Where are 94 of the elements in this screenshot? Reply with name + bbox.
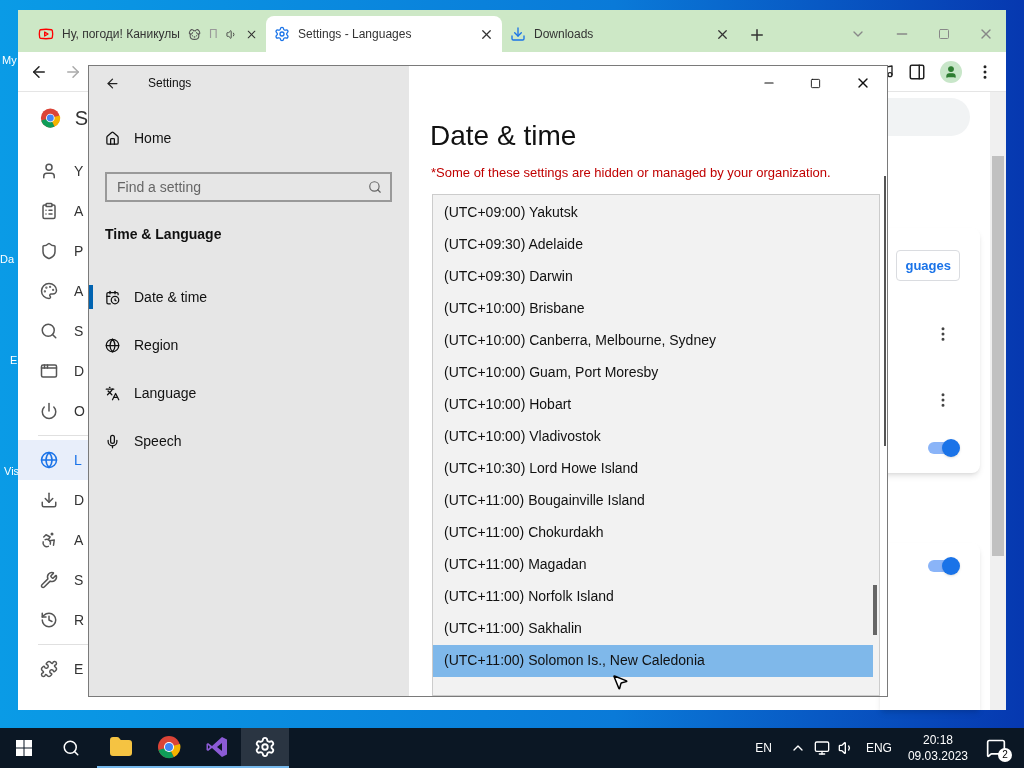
speaker-icon[interactable] — [225, 27, 237, 41]
policy-warning: *Some of these settings are hidden or managed by your organization. — [431, 164, 832, 182]
tab-title: Settings - Languages — [298, 26, 412, 43]
history-icon — [40, 611, 58, 629]
timezone-option[interactable]: (UTC+10:00) Canberra, Melbourne, Sydney — [433, 324, 873, 357]
translate-icon[interactable] — [105, 385, 120, 401]
sidebar-item[interactable]: E — [18, 649, 88, 689]
network-icon[interactable] — [813, 740, 830, 756]
window-title: Settings — [148, 75, 192, 92]
nav-item[interactable]: Region — [134, 334, 179, 356]
sidebar-item[interactable]: P — [18, 231, 88, 271]
shield-icon — [40, 242, 58, 260]
microphone-icon[interactable] — [105, 433, 120, 449]
search-icon — [40, 322, 58, 340]
toggle-switch[interactable] — [928, 557, 960, 575]
notifications-icon[interactable] — [986, 738, 1006, 758]
timezone-option[interactable]: (UTC+10:00) Brisbane — [433, 292, 873, 325]
sidebar-item[interactable]: A — [18, 271, 88, 311]
browser-tab[interactable]: Settings - Languages — [266, 16, 502, 52]
download-icon — [40, 491, 58, 509]
timezone-option[interactable]: (UTC+11:00) Chokurdakh — [433, 516, 873, 549]
nav-item[interactable]: Date & time — [134, 286, 208, 308]
power-icon — [40, 402, 58, 420]
home-icon[interactable] — [105, 130, 120, 146]
sidebar-item[interactable]: Y — [18, 151, 88, 191]
clock-date[interactable]: 09.03.2023 — [907, 748, 968, 764]
globe-icon[interactable] — [105, 337, 120, 353]
sidebar-item[interactable]: D — [18, 351, 88, 391]
add-languages-button[interactable]: guages — [896, 250, 960, 281]
timezone-option[interactable]: (UTC+10:30) Lord Howe Island — [433, 452, 873, 485]
clipboard-icon — [40, 202, 58, 220]
sidebar-item[interactable]: R — [18, 600, 88, 640]
search-icon[interactable] — [62, 739, 80, 757]
sidebar-item[interactable]: A — [18, 191, 88, 231]
language-indicator[interactable]: ENG — [865, 739, 892, 757]
nav-item[interactable]: Speech — [134, 430, 182, 452]
new-tab-icon[interactable] — [748, 26, 766, 44]
search-field[interactable]: Find a setting — [105, 172, 392, 202]
timezone-option[interactable]: (UTC+11:00) Sakhalin — [433, 612, 873, 645]
video-icon — [38, 26, 54, 42]
tab-title: П — [208, 26, 218, 43]
profile-avatar[interactable] — [940, 60, 962, 83]
back-icon[interactable] — [105, 75, 120, 91]
calendar-clock-icon[interactable] — [105, 289, 120, 305]
timezone-list[interactable] — [432, 193, 880, 696]
page-heading: S — [74, 106, 88, 131]
gear-icon — [274, 26, 290, 42]
clock-time[interactable]: 20:18 — [922, 732, 953, 748]
sidebar-item[interactable]: A — [18, 520, 88, 560]
taskbar-app[interactable] — [241, 728, 289, 768]
sidebar-item[interactable]: D — [18, 480, 88, 520]
sidebar-item[interactable]: S — [18, 560, 88, 600]
browser-tab[interactable]: Downloads — [502, 16, 738, 52]
timezone-option[interactable]: (UTC+10:00) Guam, Port Moresby — [433, 356, 873, 389]
folder-icon[interactable] — [109, 735, 133, 759]
side-panel-icon[interactable] — [908, 62, 926, 81]
tab-title: Ну, погоди! Каникулы — [62, 26, 180, 43]
input-indicator[interactable]: EN — [755, 739, 772, 757]
palette-icon — [40, 282, 58, 300]
mouse-pointer-icon — [611, 673, 629, 691]
timezone-option[interactable]: (UTC+11:00) Solomon Is., New Caledonia — [433, 644, 873, 677]
globe-icon — [40, 451, 58, 469]
person-icon — [40, 162, 58, 180]
timezone-option[interactable]: (UTC+11:00) Bougainville Island — [433, 484, 873, 517]
puzzle-icon — [40, 660, 58, 678]
timezone-option[interactable]: (UTC+09:30) Darwin — [433, 260, 873, 293]
chrome-logo-icon — [40, 107, 61, 129]
tab-title: Downloads — [534, 26, 594, 43]
browser-window-icon — [40, 362, 58, 380]
notification-count: 2 — [998, 748, 1012, 762]
infinity-logo-icon[interactable] — [205, 735, 229, 759]
chrome-icon[interactable] — [157, 735, 181, 759]
timezone-option[interactable]: (UTC+11:00) Magadan — [433, 548, 873, 581]
download-icon — [510, 26, 526, 42]
timezone-option[interactable]: (UTC+09:30) Adelaide — [433, 228, 873, 261]
page-title: Date & time — [430, 119, 578, 153]
scrollbar[interactable] — [990, 92, 1006, 710]
windows-logo-icon[interactable] — [16, 740, 32, 756]
timezone-option[interactable]: (UTC+10:00) Hobart — [433, 388, 873, 421]
sidebar-item[interactable]: S — [18, 311, 88, 351]
home-link[interactable]: Home — [134, 127, 172, 149]
nav-item[interactable]: Language — [134, 382, 197, 404]
sidebar-item[interactable]: O — [18, 391, 88, 431]
timezone-option[interactable]: (UTC+11:00) Norfolk Island — [433, 580, 873, 613]
settings-icon[interactable] — [254, 736, 276, 758]
timezone-option[interactable]: (UTC+10:00) Vladivostok — [433, 420, 873, 453]
maximize-icon[interactable] — [810, 77, 821, 89]
timezone-option[interactable]: (UTC+09:00) Yakutsk — [433, 196, 873, 229]
wrench-icon — [40, 571, 58, 589]
browser-tab[interactable]: Ну, погоди! Каникулы П — [30, 16, 266, 52]
sidebar-item[interactable]: L — [18, 440, 88, 480]
accessibility-icon — [40, 531, 58, 549]
section-heading: Time & Language — [105, 225, 223, 244]
toggle-switch[interactable] — [928, 439, 960, 457]
